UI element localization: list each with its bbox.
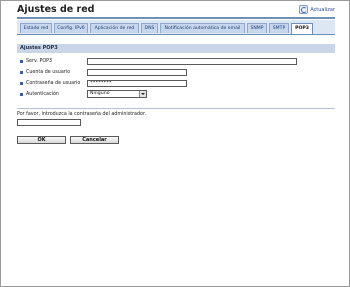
refresh-button[interactable]: Actualizar <box>299 5 335 14</box>
auth-label: Autenticación <box>26 91 59 97</box>
password-label: Contraseña de usuario <box>26 80 81 86</box>
title-divider <box>17 17 335 19</box>
bullet-icon <box>20 70 23 74</box>
user-input[interactable] <box>87 69 187 76</box>
chevron-down-icon <box>139 91 146 97</box>
bullet-icon <box>20 92 23 96</box>
bullet-icon <box>20 59 23 63</box>
password-input[interactable]: ******** <box>87 80 187 87</box>
tab-notificacion-email[interactable]: Notificación automática de email <box>160 23 245 33</box>
ok-button[interactable]: OK <box>17 136 66 144</box>
tab-snmp[interactable]: SNMP <box>247 23 267 33</box>
tab-underline <box>17 34 335 35</box>
tab-config-ipv6[interactable]: Config. IPv6 <box>54 23 88 33</box>
auth-select-value: Ninguno <box>90 91 110 96</box>
server-row: Serv. POP3 <box>20 57 52 65</box>
auth-row: Autenticación <box>20 90 59 98</box>
tab-bar: Estado red Config. IPv6 Aplicación de re… <box>17 20 335 35</box>
password-row: Contraseña de usuario <box>20 79 80 87</box>
refresh-label: Actualizar <box>310 6 335 13</box>
page-title: Ajustes de red <box>17 4 95 15</box>
bullet-icon <box>20 81 23 85</box>
tab-aplicacion-de-red[interactable]: Aplicación de red <box>90 23 139 33</box>
tab-smtp[interactable]: SMTP <box>269 23 289 33</box>
auth-select[interactable]: Ninguno <box>87 90 147 98</box>
user-label: Cuenta de usuario <box>26 69 71 75</box>
server-input[interactable] <box>87 58 297 65</box>
refresh-icon <box>299 5 309 14</box>
window-frame: Ajustes de red Actualizar Estado red Con… <box>0 0 350 287</box>
tab-dns[interactable]: DNS <box>141 23 158 33</box>
admin-password-prompt: Por favor, introduzca la contraseña del … <box>17 112 147 117</box>
server-label: Serv. POP3 <box>26 58 53 64</box>
cancel-button[interactable]: Cancelar <box>70 136 119 144</box>
tab-estado-red[interactable]: Estado red <box>20 23 52 33</box>
section-header: Ajustes POP3 <box>17 44 335 53</box>
user-row: Cuenta de usuario <box>20 68 70 76</box>
divider <box>17 108 335 109</box>
admin-password-input[interactable] <box>17 119 81 126</box>
